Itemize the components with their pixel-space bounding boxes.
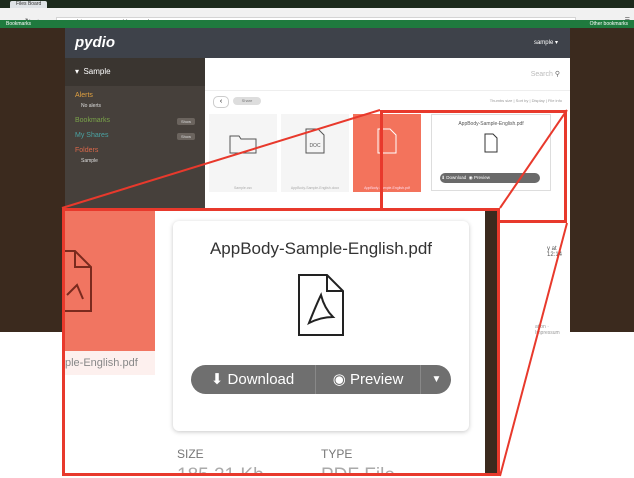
background-edge xyxy=(485,211,497,473)
file-title: AppBody-Sample-English.pdf xyxy=(209,239,433,258)
zoom-callout: ple-English.pdf AppBody-Sample-English.p… xyxy=(62,208,500,476)
callout-line xyxy=(499,222,568,477)
download-icon: ⬇ xyxy=(210,371,224,388)
download-button[interactable]: ⬇ Download xyxy=(191,365,314,394)
file-info-card: AppBody-Sample-English.pdf ⬇ Download ◉ … xyxy=(173,221,469,431)
preview-button[interactable]: ◉ Preview xyxy=(315,365,420,394)
selected-file-name-zoomed: ple-English.pdf xyxy=(65,351,155,375)
selected-file-tile-zoomed[interactable] xyxy=(65,211,155,351)
preview-label: Preview xyxy=(349,371,404,388)
pdf-file-icon xyxy=(65,250,92,312)
caret-down-icon: ▼ xyxy=(431,374,442,385)
more-actions-button[interactable]: ▼ xyxy=(420,365,451,394)
pdf-file-icon xyxy=(298,274,344,336)
callout-line xyxy=(61,109,381,209)
size-label: SIZE xyxy=(177,447,204,461)
type-label: TYPE xyxy=(321,447,353,461)
callout-line xyxy=(499,109,568,209)
file-action-buttons: ⬇ Download ◉ Preview ▼ xyxy=(191,365,451,394)
download-label: Download xyxy=(227,371,295,388)
type-value: PDF File xyxy=(321,465,395,476)
size-value: 185.21 Kb xyxy=(177,465,264,476)
eye-icon: ◉ xyxy=(332,371,346,388)
